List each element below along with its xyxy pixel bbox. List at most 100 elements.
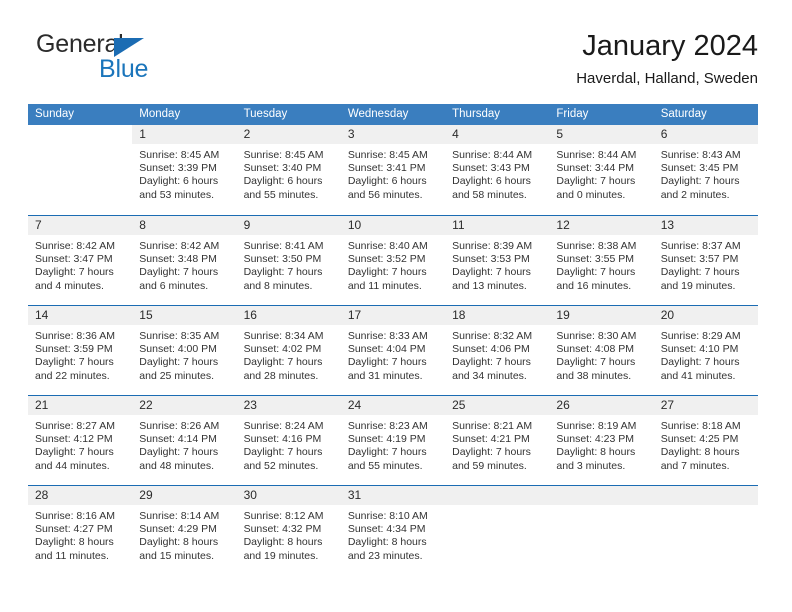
calendar-day-cell[interactable]: 4 Sunrise: 8:44 AM Sunset: 3:43 PM Daylight… <box>445 125 550 215</box>
calendar-day-cell[interactable]: 7 Sunrise: 8:42 AM Sunset: 3:47 PM Daylight… <box>28 216 133 305</box>
day-detail-line: and 15 minutes. <box>139 549 214 562</box>
day-detail-line: Sunset: 3:55 PM <box>556 253 635 266</box>
day-detail-line: Daylight: 7 hours <box>139 446 219 459</box>
day-detail-line: Sunset: 3:44 PM <box>556 162 635 175</box>
calendar-day-cell[interactable]: 21 Sunrise: 8:27 AM Sunset: 4:12 PM Dayligh… <box>28 396 133 485</box>
calendar-day-cell[interactable]: 28 Sunrise: 8:16 AM Sunset: 4:27 PM Dayligh… <box>28 486 133 575</box>
day-detail-line: and 31 minutes. <box>347 369 423 382</box>
calendar-day-cell[interactable]: 19 Sunrise: 8:30 AM Sunset: 4:08 PM Dayligh… <box>549 306 654 395</box>
calendar-day-cell[interactable]: 27 Sunrise: 8:18 AM Sunset: 4:25 PM Dayligh… <box>653 396 758 485</box>
day-detail-line: Sunset: 4:29 PM <box>139 523 217 536</box>
calendar-day-cell-empty <box>653 486 758 575</box>
day-number: 1 <box>132 125 237 144</box>
page-header: General Blue January 2024 Haverdal, Hall… <box>28 30 758 96</box>
day-detail-line: Daylight: 7 hours <box>660 266 740 279</box>
calendar-day-cell[interactable]: 31 Sunrise: 8:10 AM Sunset: 4:34 PM Dayligh… <box>340 486 446 575</box>
day-detail-line: Sunset: 3:41 PM <box>347 162 426 175</box>
day-detail-line: Sunrise: 8:38 AM <box>556 240 637 252</box>
day-detail-line: and 3 minutes. <box>556 459 626 472</box>
day-number: 11 <box>445 216 550 235</box>
day-number: 24 <box>340 396 446 415</box>
calendar-day-cell[interactable]: 23 Sunrise: 8:24 AM Sunset: 4:16 PM Dayligh… <box>236 396 341 485</box>
day-number: 21 <box>28 396 133 415</box>
calendar-day-cell[interactable]: 26 Sunrise: 8:19 AM Sunset: 4:23 PM Dayligh… <box>549 396 654 485</box>
day-number: 3 <box>340 125 446 144</box>
calendar-day-cell[interactable]: 6 Sunrise: 8:43 AM Sunset: 3:45 PM Daylight… <box>653 125 758 215</box>
calendar-day-cell[interactable]: 2 Sunrise: 8:45 AM Sunset: 3:40 PM Daylight… <box>236 125 341 215</box>
calendar-page: General Blue January 2024 Haverdal, Hall… <box>0 0 792 612</box>
calendar-day-cell[interactable]: 11 Sunrise: 8:39 AM Sunset: 3:53 PM Dayligh… <box>445 216 550 305</box>
day-detail-line: Sunrise: 8:42 AM <box>35 240 115 252</box>
day-details: Sunrise: 8:44 AM Sunset: 3:43 PM Daylight:… <box>445 144 549 202</box>
day-detail-line: Sunset: 4:10 PM <box>660 343 739 356</box>
day-number: 16 <box>236 306 341 325</box>
weekday-header-wednesday: Wednesday <box>347 108 409 120</box>
day-detail-line: Sunset: 4:02 PM <box>243 343 322 356</box>
day-number: 18 <box>445 306 550 325</box>
day-detail-line: Sunset: 4:23 PM <box>556 433 635 446</box>
day-detail-line: and 16 minutes. <box>556 279 632 292</box>
logo-text-general: General <box>36 30 124 58</box>
day-detail-line: Sunrise: 8:24 AM <box>243 420 324 432</box>
calendar-day-cell[interactable]: 29 Sunrise: 8:14 AM Sunset: 4:29 PM Dayligh… <box>132 486 237 575</box>
day-details: Sunrise: 8:34 AM Sunset: 4:02 PM Daylight:… <box>237 325 341 383</box>
day-detail-line: and 11 minutes. <box>35 549 109 562</box>
calendar-day-cell[interactable]: 16 Sunrise: 8:34 AM Sunset: 4:02 PM Dayligh… <box>236 306 341 395</box>
day-detail-line: and 58 minutes. <box>452 188 527 201</box>
day-detail-line: and 41 minutes. <box>660 369 736 382</box>
day-details: Sunrise: 8:35 AM Sunset: 4:00 PM Daylight:… <box>132 325 236 383</box>
calendar-day-cell[interactable]: 18 Sunrise: 8:32 AM Sunset: 4:06 PM Dayligh… <box>445 306 550 395</box>
calendar-day-cell-empty <box>445 486 550 575</box>
calendar-week-row: 1 Sunrise: 8:45 AM Sunset: 3:39 PM Daylight… <box>28 125 758 215</box>
day-detail-line: Sunrise: 8:44 AM <box>452 149 533 161</box>
day-details: Sunrise: 8:27 AM Sunset: 4:12 PM Daylight:… <box>28 415 132 473</box>
day-details: Sunrise: 8:45 AM Sunset: 3:41 PM Daylight:… <box>341 144 445 202</box>
day-detail-line: Daylight: 6 hours <box>347 175 427 188</box>
calendar-day-cell[interactable]: 9 Sunrise: 8:41 AM Sunset: 3:50 PM Daylight… <box>236 216 341 305</box>
title-block: January 2024 Haverdal, Halland, Sweden <box>576 30 758 88</box>
day-details: Sunrise: 8:45 AM Sunset: 3:40 PM Daylight:… <box>237 144 341 202</box>
calendar-day-cell[interactable]: 13 Sunrise: 8:37 AM Sunset: 3:57 PM Dayligh… <box>653 216 758 305</box>
day-detail-line: Sunrise: 8:45 AM <box>139 149 220 161</box>
calendar-day-cell[interactable]: 30 Sunrise: 8:12 AM Sunset: 4:32 PM Dayligh… <box>236 486 341 575</box>
calendar-day-cell[interactable]: 24 Sunrise: 8:23 AM Sunset: 4:19 PM Dayligh… <box>340 396 446 485</box>
calendar-day-cell[interactable]: 1 Sunrise: 8:45 AM Sunset: 3:39 PM Daylight… <box>132 125 237 215</box>
calendar-day-cell[interactable]: 17 Sunrise: 8:33 AM Sunset: 4:04 PM Dayligh… <box>340 306 446 395</box>
day-number: 28 <box>28 486 133 505</box>
day-details: Sunrise: 8:14 AM Sunset: 4:29 PM Daylight:… <box>132 505 236 563</box>
day-detail-line: Sunset: 3:47 PM <box>35 253 113 266</box>
day-detail-line: Sunset: 4:08 PM <box>556 343 635 356</box>
day-detail-line: Daylight: 7 hours <box>347 266 427 279</box>
day-number: 25 <box>445 396 550 415</box>
day-details: Sunrise: 8:40 AM Sunset: 3:52 PM Daylight:… <box>341 235 445 293</box>
calendar-day-cell[interactable]: 12 Sunrise: 8:38 AM Sunset: 3:55 PM Dayligh… <box>549 216 654 305</box>
day-details: Sunrise: 8:36 AM Sunset: 3:59 PM Daylight:… <box>28 325 132 383</box>
calendar-day-cell[interactable]: 22 Sunrise: 8:26 AM Sunset: 4:14 PM Dayligh… <box>132 396 237 485</box>
day-number: 17 <box>340 306 446 325</box>
day-details: Sunrise: 8:24 AM Sunset: 4:16 PM Daylight:… <box>237 415 341 473</box>
calendar-day-cell[interactable]: 14 Sunrise: 8:36 AM Sunset: 3:59 PM Dayligh… <box>28 306 133 395</box>
day-detail-line: Sunset: 3:57 PM <box>660 253 739 266</box>
day-detail-line: Sunrise: 8:43 AM <box>660 149 741 161</box>
day-details: Sunrise: 8:37 AM Sunset: 3:57 PM Daylight:… <box>654 235 758 293</box>
day-details: Sunrise: 8:38 AM Sunset: 3:55 PM Daylight:… <box>549 235 653 293</box>
calendar-day-cell[interactable]: 8 Sunrise: 8:42 AM Sunset: 3:48 PM Daylight… <box>132 216 237 305</box>
day-details: Sunrise: 8:43 AM Sunset: 3:45 PM Daylight:… <box>654 144 758 202</box>
day-detail-line: Daylight: 7 hours <box>243 446 323 459</box>
day-detail-line: Daylight: 7 hours <box>556 356 636 369</box>
calendar-day-cell[interactable]: 20 Sunrise: 8:29 AM Sunset: 4:10 PM Dayligh… <box>653 306 758 395</box>
calendar-day-cell[interactable]: 3 Sunrise: 8:45 AM Sunset: 3:41 PM Daylight… <box>340 125 446 215</box>
day-detail-line: Daylight: 8 hours <box>347 536 427 549</box>
day-detail-line: Daylight: 7 hours <box>452 266 531 279</box>
calendar-day-cell[interactable]: 25 Sunrise: 8:21 AM Sunset: 4:21 PM Dayligh… <box>445 396 550 485</box>
day-details: Sunrise: 8:26 AM Sunset: 4:14 PM Daylight:… <box>132 415 236 473</box>
calendar-day-cell[interactable]: 10 Sunrise: 8:40 AM Sunset: 3:52 PM Dayligh… <box>340 216 446 305</box>
calendar-day-cell-empty <box>28 125 133 215</box>
day-detail-line: Sunrise: 8:44 AM <box>556 149 637 161</box>
calendar-day-cell[interactable]: 5 Sunrise: 8:44 AM Sunset: 3:44 PM Daylight… <box>549 125 654 215</box>
day-detail-line: Daylight: 7 hours <box>347 446 427 459</box>
calendar-day-cell[interactable]: 15 Sunrise: 8:35 AM Sunset: 4:00 PM Dayligh… <box>132 306 237 395</box>
day-number: 19 <box>549 306 654 325</box>
day-detail-line: and 28 minutes. <box>243 369 319 382</box>
weekday-header-friday: Friday <box>556 108 589 120</box>
